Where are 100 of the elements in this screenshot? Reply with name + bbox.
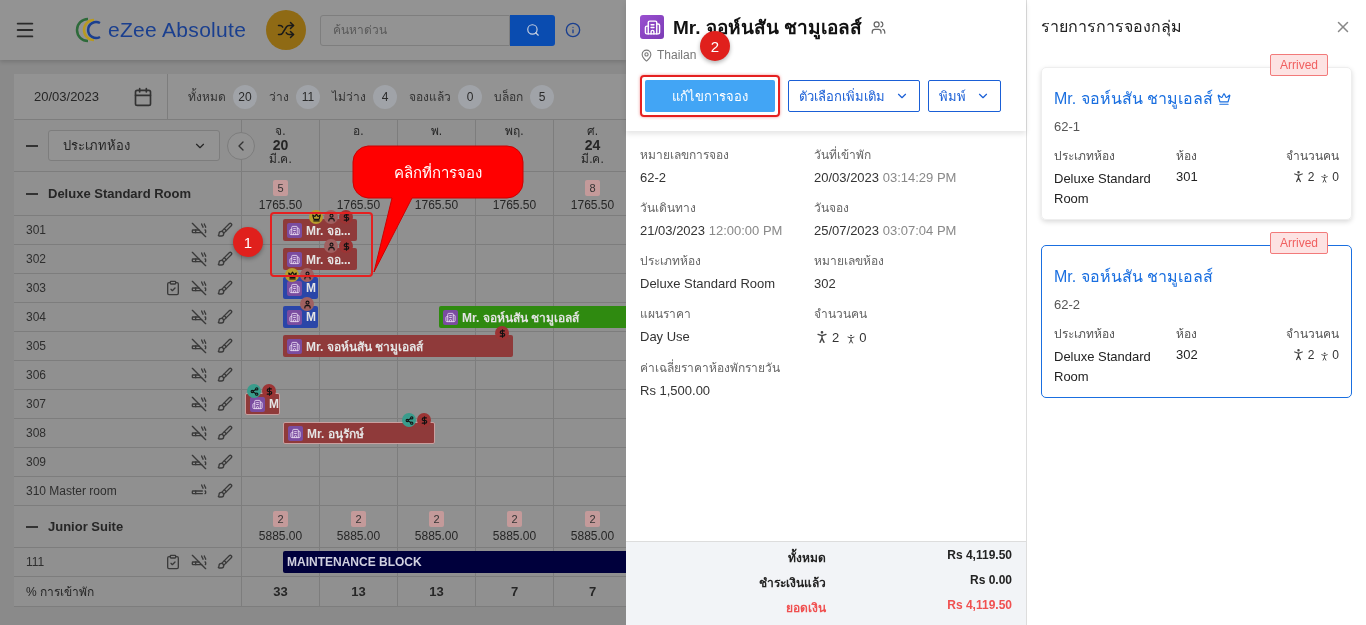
field-label: หมายเลขการจอง (640, 147, 730, 164)
occupancy-value: 13 (429, 584, 444, 599)
no-smoking-icon[interactable] (191, 338, 207, 354)
dollar-icon (339, 239, 353, 253)
field-label: ประเภทห้อง (1054, 148, 1116, 165)
stat-label: จองแล้ว (409, 89, 451, 106)
booking-bar[interactable]: Mr. จอห์นสัน ชามูเอลส์ (439, 306, 626, 328)
field-value: Deluxe Standard Room (1054, 170, 1152, 208)
no-smoking-icon[interactable] (191, 251, 207, 267)
booking-bar[interactable]: M (283, 306, 318, 328)
no-smoking-icon[interactable] (191, 454, 207, 470)
search-button[interactable] (510, 14, 556, 46)
field-value: 302 (1176, 347, 1199, 362)
previous-button[interactable] (227, 132, 255, 160)
booking-bar[interactable]: Mr. อนุรักษ์ (283, 422, 435, 444)
collapse-icon[interactable] (26, 192, 38, 195)
child-icon (1319, 351, 1331, 362)
room-number: 305 (26, 339, 47, 353)
total-label: ยอดเงิน (785, 600, 826, 617)
field-label: ประเภทห้อง (640, 253, 702, 270)
rate-text: 5885.00 (258, 529, 303, 543)
weekday-label: พฤ. (505, 124, 524, 138)
room-number: 303 (26, 281, 47, 295)
calendar-icon[interactable] (133, 86, 153, 107)
field-value: 301 (1176, 169, 1199, 184)
room-number: 302 (26, 252, 47, 266)
person-icon (324, 239, 338, 253)
stat-count: 4 (373, 84, 397, 109)
field-value: 25/07/2023 03:07:04 PM (814, 223, 958, 238)
no-smoking-icon[interactable] (191, 425, 207, 441)
availability-count: 8 (585, 180, 600, 196)
room-number: 307 (26, 397, 47, 411)
stat-count: 5 (530, 84, 554, 109)
rate-text: 5885.00 (492, 529, 537, 543)
booking-bar[interactable]: Mr. จอ... (283, 248, 357, 270)
room-number: 304 (26, 310, 47, 324)
collapse-icon[interactable] (26, 144, 38, 147)
guest-name: Mr. อนุรักษ์ (307, 425, 364, 443)
building-icon (287, 222, 302, 238)
no-smoking-icon[interactable] (191, 367, 207, 383)
room-number: 308 (26, 426, 47, 440)
month-label: มี.ค. (269, 152, 292, 166)
collapse-icon[interactable] (26, 525, 38, 528)
building-icon (443, 309, 458, 325)
dollar-icon (495, 326, 509, 340)
rate-text: 1765.50 (414, 198, 459, 212)
shuffle-icon (277, 21, 296, 39)
stat-label: บล็อก (494, 88, 523, 106)
stat-label: ทั้งหมด (188, 87, 226, 106)
search-field[interactable]: ค้นหาด่วน (320, 14, 511, 46)
info-icon[interactable] (565, 22, 582, 38)
no-smoking-icon[interactable] (191, 222, 207, 238)
search-icon (525, 23, 540, 37)
clipboard-check-icon[interactable] (165, 280, 181, 296)
field-label: วันจอง (814, 200, 850, 217)
day-number: 20 (272, 138, 289, 152)
share-icon (247, 384, 261, 398)
occupancy-value: 7 (588, 584, 597, 599)
clipboard-check-icon[interactable] (165, 554, 181, 570)
building-icon (250, 396, 265, 412)
field-label: จำนวนคน (1286, 326, 1339, 343)
stat-count: 0 (458, 84, 482, 109)
guest-name[interactable]: Mr. จอห์นสัน ชามูเอลส์ (1054, 264, 1214, 289)
no-smoking-icon[interactable] (191, 309, 207, 325)
no-smoking-icon[interactable] (191, 280, 207, 296)
maintenance-block-bar[interactable]: MAINTENANCE BLOCK (283, 551, 626, 573)
room-number: 309 (26, 455, 47, 469)
guest-name: Mr. จอห์นสัน ชามูเอลส์ (462, 309, 579, 327)
date-text: 20/03/2023 (34, 89, 100, 104)
availability-count: 2 (585, 511, 600, 527)
country-text: Thailan (657, 48, 697, 62)
rate-text: 5885.00 (414, 529, 459, 543)
field-label: จำนวนคน (814, 306, 868, 323)
group-icon[interactable] (871, 19, 886, 35)
no-smoking-icon[interactable] (191, 554, 207, 570)
stat-label: ว่าง (269, 89, 289, 106)
dropdown-button[interactable]: พิมพ์ (928, 80, 1001, 112)
rate-text: 1765.50 (258, 198, 303, 212)
booking-bar[interactable]: Mr. จอ... (283, 219, 357, 241)
field-value: 20/03/2023 03:14:29 PM (814, 170, 958, 185)
building-icon (288, 425, 303, 441)
no-smoking-icon[interactable] (191, 396, 207, 412)
month-label: มี.ค. (581, 152, 604, 166)
room-type-select[interactable]: ประเภทห้อง (48, 130, 220, 161)
day-number: 24 (584, 138, 601, 152)
dropdown-button[interactable]: ตัวเลือกเพิ่มเติม (788, 80, 920, 112)
brand-name: eZee Absolute (108, 18, 247, 42)
weekday-label: ศ. (586, 124, 599, 138)
total-amount: Rs 4,119.50 (946, 598, 1012, 614)
field-label: ห้อง (1176, 148, 1198, 165)
child-count: 0 (859, 330, 867, 345)
dollar-icon (417, 413, 431, 427)
shuffle-button[interactable] (266, 10, 307, 50)
guest-name: Mr. จอ... (306, 251, 351, 269)
field-label: แผนราคา (640, 306, 692, 323)
booking-id: 62-2 (1054, 297, 1082, 312)
booking-bar[interactable]: Mr. จอห์นสัน ชามูเอลส์ (283, 335, 513, 357)
guest-name: Mr. จอห์นสัน ชามูเอลส์ (306, 338, 423, 356)
building-icon (640, 15, 664, 39)
guest-name[interactable]: Mr. จอห์นสัน ชามูเอลส์ (1054, 86, 1214, 111)
